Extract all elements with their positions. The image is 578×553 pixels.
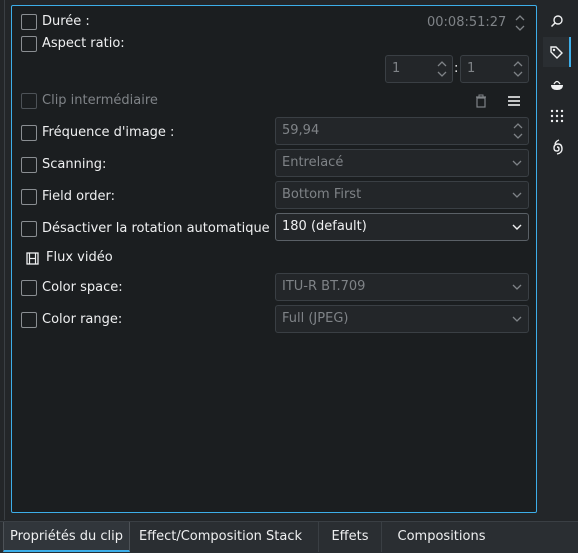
- trash-icon[interactable]: [472, 92, 490, 110]
- aspect-ratio-denominator[interactable]: 1: [460, 55, 529, 83]
- color-range-checkbox[interactable]: [21, 312, 37, 328]
- rotation-select[interactable]: 180 (default): [275, 213, 529, 241]
- aspect-ratio-separator: :: [454, 61, 459, 76]
- aspect-ratio-label: Aspect ratio:: [42, 36, 125, 51]
- tag-icon: [550, 46, 563, 59]
- frame-rate-field[interactable]: 59,94: [275, 117, 529, 145]
- chevron-down-icon: [512, 192, 522, 198]
- color-space-select[interactable]: ITU-R BT.709: [275, 273, 529, 301]
- rotation-checkbox[interactable]: [21, 221, 37, 237]
- numerator-spin-icon[interactable]: [436, 58, 448, 80]
- tab-effect-stack-label: Effect/Composition Stack: [138, 529, 303, 544]
- bottom-tab-bar: Propriétés du clip Effect/Composition St…: [0, 521, 578, 553]
- field-order-label: Field order:: [42, 189, 115, 204]
- field-order-checkbox[interactable]: [21, 189, 37, 205]
- duration-checkbox[interactable]: [21, 14, 37, 30]
- clip-properties-panel: Durée : 00:08:51:27 Aspect ratio: 1 : 1 …: [11, 5, 537, 513]
- tab-compositions[interactable]: Compositions: [385, 522, 498, 552]
- rotation-label: Désactiver la rotation automatique: [42, 221, 270, 236]
- chevron-down-icon: [512, 316, 522, 322]
- tab-clip-properties-label: Propriétés du clip: [9, 529, 124, 544]
- scanning-checkbox[interactable]: [21, 157, 37, 173]
- video-stream-header: Flux vidéo: [12, 246, 536, 272]
- color-range-value: Full (JPEG): [282, 311, 349, 326]
- sidebar-search-button[interactable]: [543, 6, 571, 36]
- field-order-select[interactable]: Bottom First: [275, 181, 529, 209]
- duration-value[interactable]: 00:08:51:27: [427, 15, 506, 30]
- color-range-select[interactable]: Full (JPEG): [275, 305, 529, 333]
- field-order-value: Bottom First: [282, 187, 362, 202]
- right-sidebar: [541, 4, 573, 517]
- tab-separator: [381, 522, 382, 552]
- scanning-select[interactable]: Entrelacé: [275, 149, 529, 177]
- aspect-numerator-value: 1: [392, 61, 401, 76]
- sidebar-spiral-button[interactable]: [543, 132, 571, 162]
- sidebar-bowl-button[interactable]: [543, 70, 571, 100]
- sidebar-grid-button[interactable]: [543, 101, 571, 131]
- sidebar-tag-button[interactable]: [543, 37, 571, 67]
- frame-rate-checkbox[interactable]: [21, 125, 37, 141]
- search-icon: [550, 15, 563, 28]
- frame-rate-label: Fréquence d'image :: [42, 125, 175, 140]
- proxy-clip-row: Clip intermédiaire: [12, 88, 536, 114]
- color-range-label: Color range:: [42, 312, 123, 327]
- bowl-icon: [551, 80, 563, 90]
- scanning-value: Entrelacé: [282, 155, 344, 170]
- video-stream-label: Flux vidéo: [46, 250, 113, 265]
- color-space-checkbox[interactable]: [21, 280, 37, 296]
- tab-effect-stack[interactable]: Effect/Composition Stack: [132, 522, 309, 552]
- duration-label: Durée :: [42, 14, 90, 29]
- proxy-clip-label: Clip intermédiaire: [42, 93, 158, 108]
- color-space-label: Color space:: [42, 280, 123, 295]
- tab-compositions-label: Compositions: [397, 529, 486, 544]
- spiral-icon: [553, 139, 563, 155]
- menu-icon[interactable]: [505, 92, 523, 110]
- film-icon: [26, 252, 39, 265]
- aspect-ratio-checkbox[interactable]: [21, 36, 37, 52]
- chevron-down-icon: [512, 284, 522, 290]
- tab-effects-label: Effets: [331, 529, 369, 544]
- frame-rate-spin-icon[interactable]: [512, 120, 524, 142]
- duration-spin-icon[interactable]: [514, 13, 526, 33]
- grid-dots-icon: [550, 109, 564, 123]
- aspect-denominator-value: 1: [467, 61, 476, 76]
- tab-effects[interactable]: Effets: [322, 522, 378, 552]
- frame-rate-value: 59,94: [282, 123, 320, 138]
- chevron-down-icon: [512, 224, 522, 230]
- aspect-ratio-numerator[interactable]: 1: [385, 55, 453, 83]
- scanning-label: Scanning:: [42, 157, 107, 172]
- proxy-clip-checkbox[interactable]: [21, 93, 37, 109]
- chevron-down-icon: [512, 160, 522, 166]
- tab-clip-properties[interactable]: Propriétés du clip: [3, 522, 130, 552]
- denominator-spin-icon[interactable]: [512, 58, 524, 80]
- aspect-ratio-row: Aspect ratio:: [12, 31, 536, 57]
- tab-separator: [318, 522, 319, 552]
- rotation-value: 180 (default): [282, 219, 367, 234]
- color-space-value: ITU-R BT.709: [282, 279, 366, 294]
